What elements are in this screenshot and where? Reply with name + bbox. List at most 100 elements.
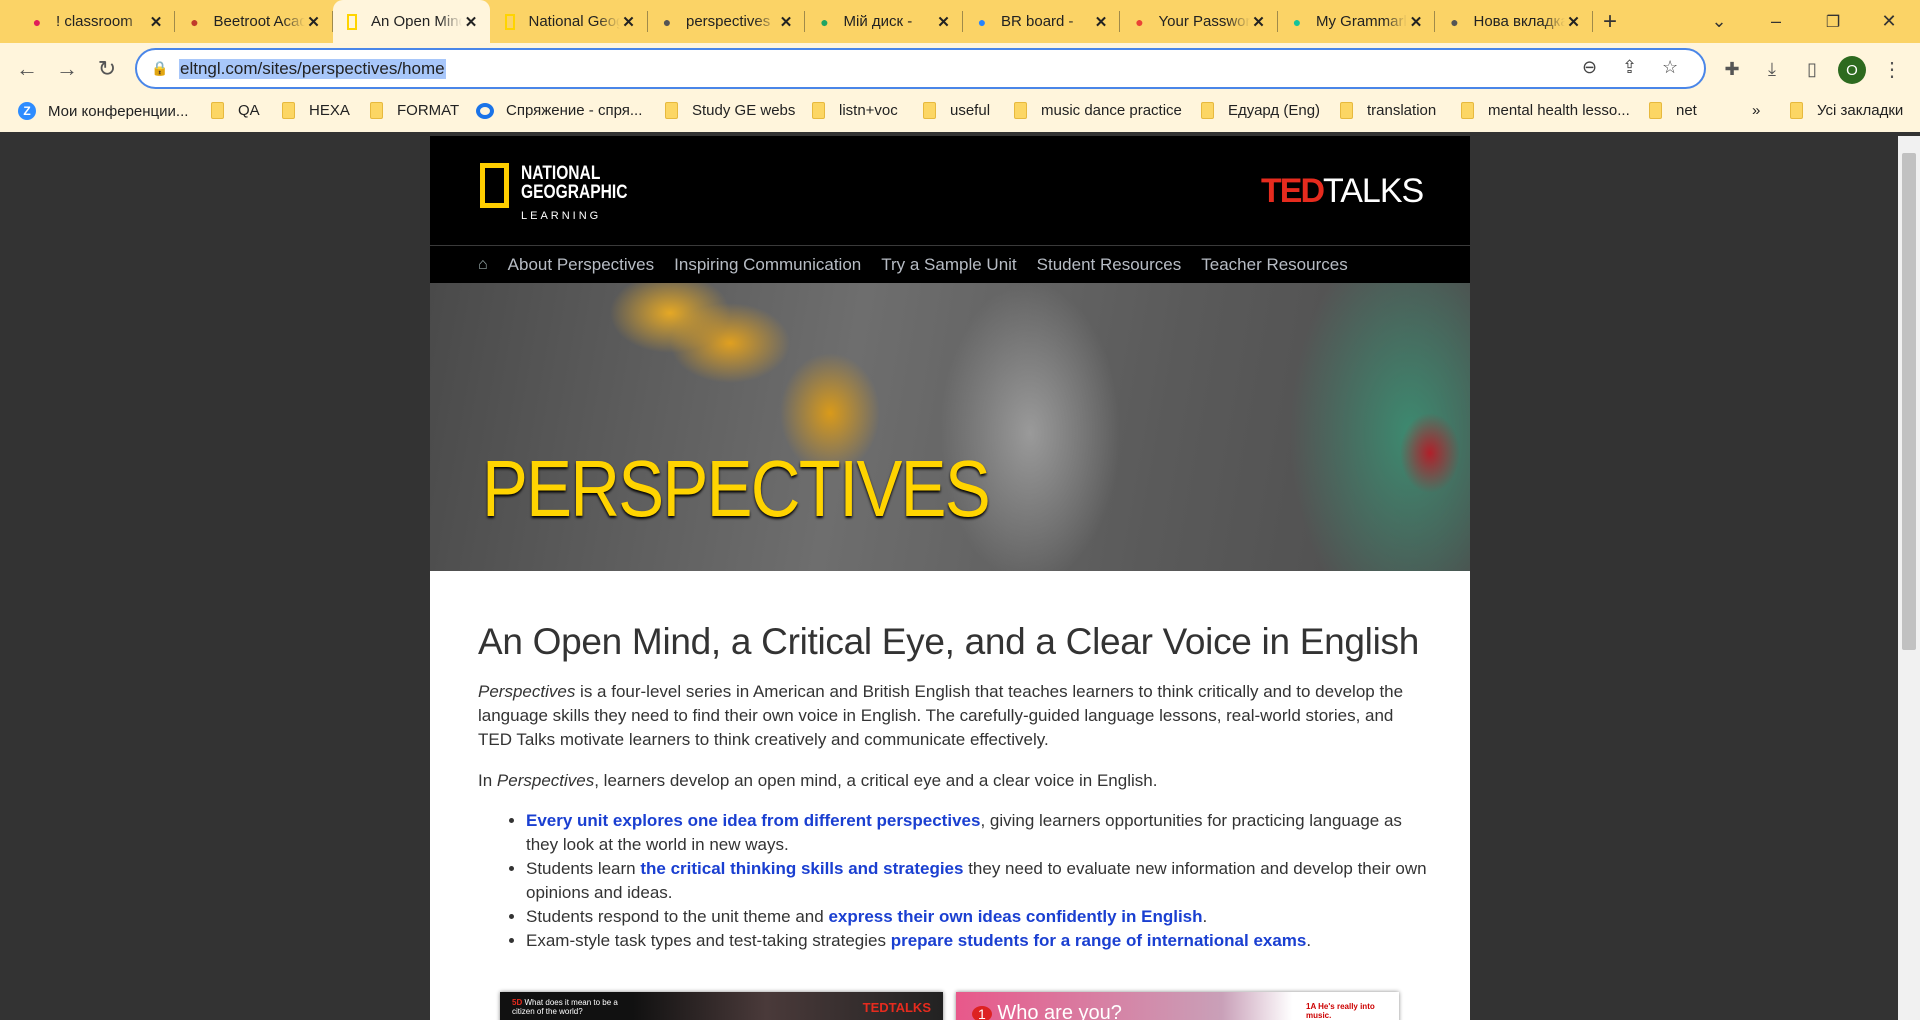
browser-tab[interactable]: ● perspectives ✕ [648,0,805,43]
tab-title: Мій диск - [843,13,913,30]
browser-tab[interactable]: ● Beetroot Academy✕ [176,0,333,43]
web-page: NATIONAL GEOGRAPHIC LEARNING TEDTALKS ⌂ … [430,136,1470,1020]
bookmark-item[interactable]: Едуард (Eng) [1201,102,1320,119]
close-tab-icon[interactable]: ✕ [777,13,795,31]
side-panel-icon[interactable]: ▯ [1796,53,1828,85]
minimize-button[interactable]: – [1751,0,1801,43]
browser-tab[interactable]: ● My Grammarly ✕ [1278,0,1435,43]
bookmark-item[interactable]: mental health lesso... [1461,102,1630,119]
browser-tab[interactable]: National Geographic✕ [491,0,648,43]
close-tab-icon[interactable]: ✕ [1565,13,1583,31]
feature-link[interactable]: express their own ideas confidently in E… [828,907,1202,926]
tab-search-icon[interactable]: ⌄ [1694,0,1744,43]
ted-talks-logo[interactable]: TEDTALKS [1261,172,1424,211]
close-tab-icon[interactable]: ✕ [620,13,638,31]
close-tab-icon[interactable]: ✕ [1407,13,1425,31]
bookmark-label: FORMAT [397,102,460,119]
bookmark-label: Спряжение - спря... [506,102,643,119]
scrollbar-thumb[interactable] [1902,153,1916,650]
bookmark-label: net [1676,102,1697,119]
share-icon[interactable]: ⇪ [1622,57,1637,78]
browser-tab[interactable]: ● Мій диск - ✕ [806,0,963,43]
ted-logo-small: TEDTALKS [862,1000,931,1015]
close-window-button[interactable]: ✕ [1864,0,1914,43]
folder-icon [1649,102,1662,119]
browser-tab[interactable]: ● Your Password ✕ [1121,0,1278,43]
jira-icon: ● [977,13,987,30]
bookmark-item[interactable]: translation [1340,102,1436,119]
profile-avatar[interactable]: O [1838,56,1866,84]
bookmark-label: Мои конференции... [48,102,189,120]
ted-text: TED [1261,172,1325,210]
chrome-icon: ● [1450,13,1459,30]
folder-icon [1014,102,1027,119]
feature-link[interactable]: Every unit explores one idea from differ… [526,811,980,830]
folder-icon [1201,102,1214,119]
feature-link[interactable]: the critical thinking skills and strateg… [640,859,963,878]
lock-icon: 🔒 [151,60,169,76]
thumb-text: What does it mean to be a citizen of the… [512,998,618,1016]
bookmark-label: mental health lesso... [1488,102,1630,119]
reload-button[interactable]: ↻ [91,53,123,85]
tab-title: Your Password [1158,13,1250,30]
series-name: Perspectives [496,771,595,790]
forward-button[interactable]: → [51,53,83,85]
bookmark-star-icon[interactable]: ☆ [1662,57,1678,78]
feature-item: Students learn the critical thinking ski… [526,857,1428,905]
bookmark-item[interactable]: net [1649,102,1697,119]
browser-tab[interactable]: ● BR board - ✕ [963,0,1120,43]
extensions-icon[interactable]: ✚ [1716,53,1748,85]
nav-student-resources[interactable]: Student Resources [1037,255,1182,275]
sample-thumbnail-unit[interactable]: 1 Who are you? 1A He's really into music… [956,992,1399,1020]
bookmark-item[interactable]: Study GE webs [665,102,795,119]
close-tab-icon[interactable]: ✕ [1250,13,1268,31]
browser-tab[interactable]: ● ! classroom ✕ [18,0,175,43]
close-tab-icon[interactable]: ✕ [935,13,953,31]
more-bookmarks-button[interactable]: » [1752,102,1760,119]
url-text[interactable]: eltngl.com/sites/perspectives/home [179,59,446,79]
nav-sample-unit[interactable]: Try a Sample Unit [881,255,1016,275]
p2-text: , learners develop an open mind, a criti… [594,771,1158,790]
bookmark-label: Study GE webs [692,102,796,119]
main-content: An Open Mind, a Critical Eye, and a Clea… [478,571,1428,953]
tab-title: My Grammarly [1316,13,1407,30]
browser-tab[interactable]: ● Нова вкладка ✕ [1436,0,1593,43]
browser-tab[interactable]: An Open Mind ✕ [333,0,490,43]
bullet-text: Students respond to the unit theme and [526,907,829,926]
bookmark-item[interactable]: music dance practice [1014,102,1182,119]
tab-strip: ●! classroom✕●Beetroot Academy✕An Open M… [0,0,1920,43]
restore-button[interactable]: ❐ [1808,0,1858,43]
bookmark-item[interactable]: listn+voc [812,102,898,119]
bookmark-item[interactable]: Спряжение - спря... [476,102,642,119]
nav-teacher-resources[interactable]: Teacher Resources [1201,255,1347,275]
folder-icon [1461,102,1474,119]
address-bar[interactable]: 🔒 eltngl.com/sites/perspectives/home ⊖ ⇪… [135,48,1706,89]
zoom-out-icon[interactable]: ⊖ [1582,57,1597,78]
all-bookmarks-button[interactable]: Усі закладки [1790,102,1903,119]
home-icon[interactable]: ⌂ [478,256,488,274]
new-tab-button[interactable]: + [1585,0,1635,43]
bookmark-label: useful [950,102,991,119]
close-tab-icon[interactable]: ✕ [1092,13,1110,31]
menu-icon[interactable]: ⋮ [1876,53,1908,85]
close-tab-icon[interactable]: ✕ [147,13,165,31]
nav-about[interactable]: About Perspectives [508,255,654,275]
unit-label: 5D [512,998,523,1007]
download-icon[interactable]: ⤓ [1756,53,1788,85]
bookmark-item[interactable]: FORMAT [370,102,459,119]
close-tab-icon[interactable]: ✕ [305,13,323,31]
bookmark-item[interactable]: Z Мои конференции... [18,102,188,120]
bookmark-item[interactable]: QA [211,102,260,119]
page-scrollbar[interactable] [1898,136,1920,1020]
close-tab-icon[interactable]: ✕ [462,13,480,31]
site-header: NATIONAL GEOGRAPHIC LEARNING TEDTALKS [430,136,1470,246]
browser-toolbar: ← → ↻ 🔒 eltngl.com/sites/perspectives/ho… [0,43,1920,94]
nav-inspiring[interactable]: Inspiring Communication [674,255,861,275]
back-button[interactable]: ← [11,53,43,85]
bookmark-item[interactable]: HEXA [282,102,350,119]
intro-text: is a four-level series in American and B… [478,682,1404,749]
sample-thumbnail-ted[interactable]: 5D What does it mean to be a citizen of … [500,992,943,1020]
feature-link[interactable]: prepare students for a range of internat… [891,931,1307,950]
bookmark-item[interactable]: useful [923,102,990,119]
site-nav: ⌂ About Perspectives Inspiring Communica… [430,246,1470,283]
